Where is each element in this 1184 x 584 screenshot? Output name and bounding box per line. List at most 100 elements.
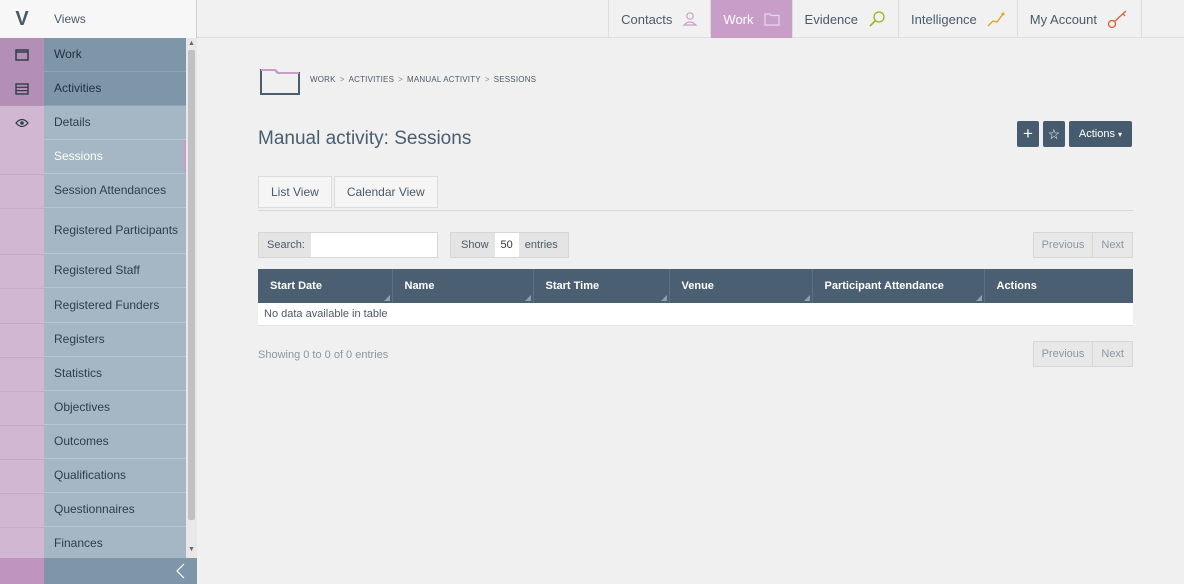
- column-label: Actions: [996, 280, 1037, 292]
- nav-intelligence[interactable]: Intelligence: [898, 0, 1017, 38]
- sidebar-item-work[interactable]: Work: [44, 38, 186, 72]
- next-button[interactable]: Next: [1092, 342, 1132, 366]
- sidebar-item-questionnaires[interactable]: Questionnaires: [44, 493, 186, 527]
- show-label: Show: [461, 239, 489, 251]
- sidebar-item-sessions[interactable]: Sessions: [44, 140, 186, 174]
- search-control: Search:: [258, 232, 438, 258]
- top-bar: V Views Contacts Work Evidence Intellige…: [0, 0, 1184, 38]
- rail-divider: [0, 493, 44, 494]
- sidebar-item-registered-funders[interactable]: Registered Funders: [44, 288, 186, 323]
- main-content: WORK > ACTIVITIES > MANUAL ACTIVITY > SE…: [197, 38, 1184, 584]
- eye-icon: [15, 118, 29, 128]
- sidebar-item-registered-staff[interactable]: Registered Staff: [44, 254, 186, 288]
- icon-rail: [0, 38, 44, 584]
- favourite-star-icon[interactable]: ☆: [1042, 121, 1065, 147]
- breadcrumb: WORK > ACTIVITIES > MANUAL ACTIVITY > SE…: [310, 75, 536, 84]
- sidebar-item-activities[interactable]: Activities: [44, 72, 186, 106]
- list-icon: [15, 83, 29, 95]
- breadcrumb-work[interactable]: WORK: [310, 75, 336, 84]
- table-header-row: Start Date Name Start Time Venue Partici…: [258, 269, 1133, 303]
- previous-button[interactable]: Previous: [1034, 233, 1093, 257]
- tab-calendar-view[interactable]: Calendar View: [333, 176, 438, 208]
- column-header-venue[interactable]: Venue: [669, 269, 813, 303]
- scroll-up-arrow-icon[interactable]: ▲: [188, 40, 195, 48]
- rail-bottom: [0, 558, 44, 584]
- nav-evidence[interactable]: Evidence: [791, 0, 898, 38]
- sort-icon: [383, 295, 390, 301]
- rail-divider: [0, 425, 44, 426]
- scrollbar-thumb[interactable]: [188, 50, 195, 520]
- sidebar-scrollbar[interactable]: ▲ ▼: [186, 38, 197, 558]
- column-header-participant-attendance[interactable]: Participant Attendance: [812, 269, 985, 303]
- breadcrumb-separator: >: [398, 75, 403, 84]
- column-label: Name: [404, 280, 435, 292]
- nav-my-account-label: My Account: [1029, 11, 1097, 27]
- sort-icon: [660, 295, 667, 301]
- rail-work[interactable]: [0, 38, 44, 72]
- next-button[interactable]: Next: [1092, 233, 1132, 257]
- sessions-table: Start Date Name Start Time Venue Partici…: [258, 269, 1133, 326]
- search-input[interactable]: [310, 233, 437, 257]
- rail-divider: [0, 357, 44, 358]
- search-label: Search:: [267, 239, 305, 251]
- nav-work-label: Work: [723, 11, 754, 27]
- entries-label: entries: [524, 239, 558, 251]
- sidebar: Work Activities Details Sessions Session…: [44, 38, 197, 584]
- rail-details[interactable]: [0, 106, 44, 140]
- nav-work[interactable]: Work: [710, 0, 792, 38]
- breadcrumb-activities[interactable]: ACTIVITIES: [349, 75, 395, 84]
- caret-down-icon: ▾: [1117, 129, 1122, 139]
- nav-contacts[interactable]: Contacts: [608, 0, 710, 38]
- sidebar-collapse-button[interactable]: [44, 558, 197, 584]
- scroll-down-arrow-icon[interactable]: ▼: [188, 546, 195, 554]
- empty-table-message: No data available in table: [258, 303, 1133, 326]
- page-length-control: Show 50 entries: [450, 232, 569, 258]
- sidebar-item-session-attendances[interactable]: Session Attendances: [44, 174, 186, 208]
- page-length-select[interactable]: 50: [494, 233, 519, 257]
- column-label: Venue: [681, 280, 714, 292]
- rail-divider: [0, 174, 44, 175]
- view-tabs: List View Calendar View: [258, 176, 1133, 211]
- sidebar-item-registered-participants[interactable]: Registered Participants: [44, 208, 186, 254]
- previous-button[interactable]: Previous: [1034, 342, 1093, 366]
- actions-dropdown-button[interactable]: Actions ▾: [1068, 121, 1132, 147]
- chevron-left-icon: [176, 563, 185, 579]
- rail-activities[interactable]: [0, 72, 44, 106]
- sidebar-item-finances[interactable]: Finances: [44, 527, 186, 561]
- column-label: Start Date: [270, 280, 322, 292]
- tab-list-view[interactable]: List View: [258, 176, 332, 208]
- breadcrumb-manual-activity[interactable]: MANUAL ACTIVITY: [407, 75, 481, 84]
- nav-my-account[interactable]: My Account: [1016, 0, 1142, 38]
- nav-evidence-label: Evidence: [804, 11, 859, 27]
- rail-divider: [0, 459, 44, 460]
- rail-divider: [0, 527, 44, 528]
- sidebar-item-qualifications[interactable]: Qualifications: [44, 459, 186, 493]
- column-header-actions: Actions: [984, 269, 1133, 303]
- add-button[interactable]: +: [1016, 121, 1039, 147]
- breadcrumb-sessions: SESSIONS: [493, 75, 537, 84]
- column-label: Start Time: [545, 280, 600, 292]
- toolbar: + ☆ Actions ▾: [1016, 121, 1132, 147]
- app-logo[interactable]: V: [0, 0, 44, 38]
- nav-intelligence-label: Intelligence: [911, 11, 977, 27]
- column-header-start-date[interactable]: Start Date: [258, 269, 393, 303]
- sort-icon: [975, 295, 982, 301]
- folder-icon: [15, 49, 29, 61]
- sidebar-item-objectives[interactable]: Objectives: [44, 391, 186, 425]
- folder-icon: [260, 69, 300, 95]
- magnifier-icon: [869, 11, 885, 27]
- sidebar-item-registers[interactable]: Registers: [44, 323, 186, 357]
- person-icon: [682, 12, 698, 26]
- rail-divider: [0, 208, 44, 209]
- sidebar-item-statistics[interactable]: Statistics: [44, 357, 186, 391]
- pagination-top: Previous Next: [1032, 232, 1133, 258]
- sort-icon: [803, 295, 810, 301]
- sidebar-item-details[interactable]: Details: [44, 106, 186, 140]
- breadcrumb-separator: >: [339, 75, 345, 84]
- column-header-start-time[interactable]: Start Time: [533, 269, 670, 303]
- views-label[interactable]: Views: [44, 0, 197, 38]
- column-header-name[interactable]: Name: [392, 269, 534, 303]
- breadcrumb-separator: >: [484, 75, 490, 84]
- table-info: Showing 0 to 0 of 0 entries: [258, 349, 389, 361]
- sidebar-item-outcomes[interactable]: Outcomes: [44, 425, 186, 459]
